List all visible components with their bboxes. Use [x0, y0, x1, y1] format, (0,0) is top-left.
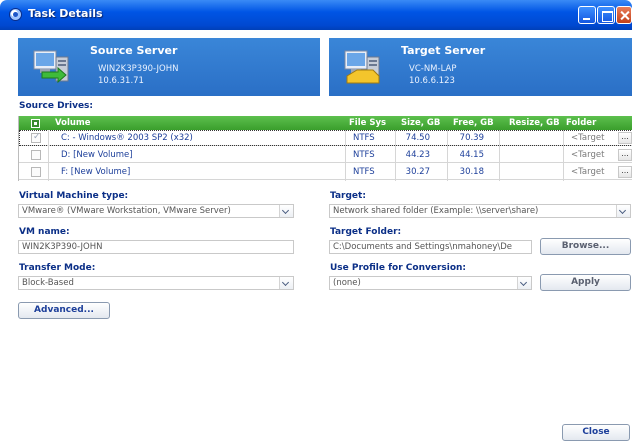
table-row[interactable]: F: [New Volume] NTFS 30.27 30.18 <Target…	[19, 164, 632, 180]
vm-type-label: Virtual Machine type:	[19, 191, 129, 201]
maximize-icon[interactable]	[597, 6, 615, 24]
source-drives-table: Volume File Sys Size, GB Free, GB Resize…	[18, 116, 632, 181]
source-server-hostname: WIN2K3P390-JOHN	[98, 64, 179, 74]
dropdown-arrow-icon[interactable]	[279, 205, 293, 217]
drive-checkbox[interactable]	[31, 167, 41, 177]
dropdown-arrow-icon[interactable]	[517, 277, 531, 289]
drive-filesys: NTFS	[353, 167, 375, 177]
drive-size: 74.50	[405, 133, 430, 143]
window-icon	[9, 8, 22, 21]
dropdown-arrow-icon[interactable]	[279, 277, 293, 289]
folder-browse-button[interactable]: ...	[618, 149, 632, 161]
column-divider	[345, 130, 346, 181]
drive-folder[interactable]: <Target	[571, 133, 604, 143]
close-icon[interactable]	[616, 6, 632, 24]
source-server-ip: 10.6.31.71	[98, 76, 144, 86]
profile-select[interactable]: (none)	[329, 276, 532, 290]
advanced-button[interactable]: Advanced...	[18, 302, 110, 319]
drive-free: 30.18	[459, 167, 484, 177]
column-divider	[563, 130, 564, 181]
folder-browse-button[interactable]: ...	[618, 166, 632, 178]
close-button[interactable]: Close	[562, 424, 630, 441]
apply-button[interactable]: Apply	[540, 274, 631, 291]
column-divider	[499, 130, 500, 181]
column-header-volume[interactable]: Volume	[55, 118, 91, 128]
drive-folder[interactable]: <Target	[571, 150, 604, 160]
drive-checkbox[interactable]	[31, 150, 41, 160]
transfer-mode-label: Transfer Mode:	[19, 263, 96, 273]
vm-type-value: VMware® (VMware Workstation, VMware Serv…	[22, 206, 231, 216]
drive-folder[interactable]: <Target	[571, 167, 604, 177]
drive-size: 30.27	[405, 167, 430, 177]
column-header-resize[interactable]: Resize, GB	[509, 118, 560, 128]
drive-volume: D: [New Volume]	[61, 150, 133, 160]
column-divider	[48, 130, 49, 181]
drive-volume: F: [New Volume]	[61, 167, 131, 177]
drive-filesys: NTFS	[353, 150, 375, 160]
target-select[interactable]: Network shared folder (Example: \\server…	[329, 204, 631, 218]
target-server-title: Target Server	[401, 44, 486, 57]
profile-value: (none)	[333, 278, 361, 288]
vm-name-label: VM name:	[19, 227, 70, 237]
browse-button[interactable]: Browse...	[540, 238, 631, 255]
drive-free: 44.15	[459, 150, 484, 160]
transfer-mode-select[interactable]: Block-Based	[18, 276, 294, 290]
table-header: Volume File Sys Size, GB Free, GB Resize…	[19, 116, 632, 130]
vm-name-input[interactable]: WIN2K3P390-JOHN	[18, 240, 294, 254]
drive-checkbox[interactable]	[31, 132, 41, 143]
target-folder-input[interactable]: C:\Documents and Settings\nmahoney\De	[329, 240, 532, 254]
vm-name-value: WIN2K3P390-JOHN	[22, 242, 103, 252]
target-server-panel: Target Server VC-NM-LAP 10.6.6.123	[329, 38, 632, 96]
target-value: Network shared folder (Example: \\server…	[333, 206, 539, 216]
column-header-size[interactable]: Size, GB	[401, 118, 440, 128]
column-header-free[interactable]: Free, GB	[453, 118, 494, 128]
target-folder-value: C:\Documents and Settings\nmahoney\De	[333, 242, 512, 252]
column-divider	[395, 130, 396, 181]
source-server-panel: Source Server WIN2K3P390-JOHN 10.6.31.71	[18, 38, 320, 96]
drive-free: 70.39	[459, 133, 484, 143]
source-drives-label: Source Drives:	[19, 101, 94, 111]
select-all-checkbox[interactable]	[31, 119, 40, 128]
title-bar: Task Details	[0, 0, 632, 30]
target-server-ip: 10.6.6.123	[409, 76, 455, 86]
column-header-filesys[interactable]: File Sys	[349, 118, 386, 128]
folder-browse-button[interactable]: ...	[618, 132, 632, 144]
source-server-title: Source Server	[90, 44, 178, 57]
table-row[interactable]: C: - Windows® 2003 SP2 (x32) NTFS 74.50 …	[19, 130, 632, 146]
table-row[interactable]: D: [New Volume] NTFS 44.23 44.15 <Target…	[19, 147, 632, 163]
target-server-icon	[344, 50, 380, 84]
column-divider	[447, 130, 448, 181]
target-label: Target:	[330, 191, 366, 201]
target-server-hostname: VC-NM-LAP	[409, 64, 457, 74]
source-server-icon	[33, 50, 69, 84]
profile-label: Use Profile for Conversion:	[330, 263, 467, 273]
window-title: Task Details	[28, 7, 103, 20]
drive-volume: C: - Windows® 2003 SP2 (x32)	[61, 133, 193, 143]
column-header-folder[interactable]: Folder	[566, 118, 596, 128]
drive-filesys: NTFS	[353, 133, 375, 143]
dropdown-arrow-icon[interactable]	[616, 205, 630, 217]
drive-size: 44.23	[405, 150, 430, 160]
vm-type-select[interactable]: VMware® (VMware Workstation, VMware Serv…	[18, 204, 294, 218]
transfer-mode-value: Block-Based	[22, 278, 74, 288]
minimize-icon[interactable]	[578, 6, 596, 24]
target-folder-label: Target Folder:	[330, 227, 402, 237]
